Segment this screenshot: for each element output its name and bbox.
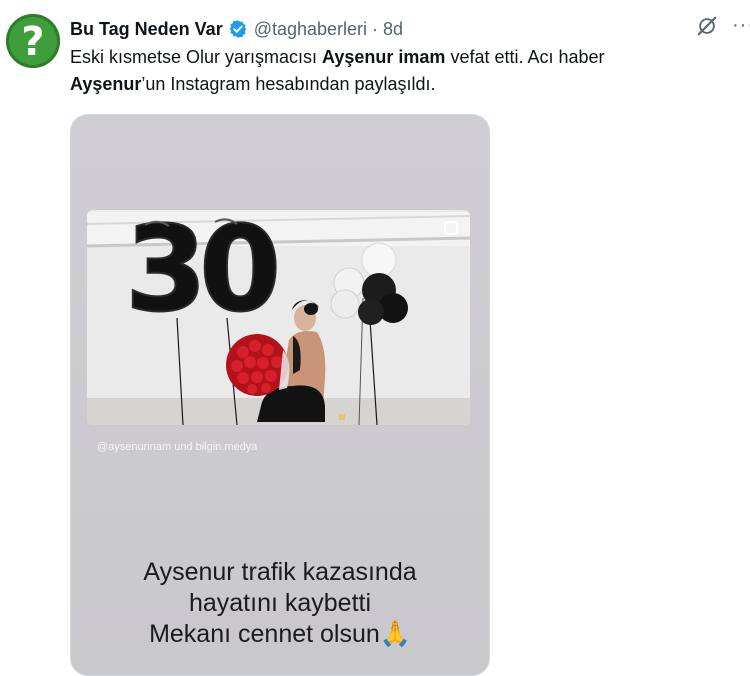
tweet-actions-top: ··· bbox=[696, 14, 750, 37]
tweet-text: Eski kısmetse Olur yarışmacısı Ayşenur i… bbox=[70, 44, 710, 98]
avatar[interactable]: ? bbox=[6, 14, 60, 68]
tweet-age[interactable]: 8d bbox=[383, 19, 403, 40]
verified-badge-icon bbox=[228, 19, 248, 39]
separator-dot: · bbox=[372, 18, 379, 39]
caption-line: hayatını kaybetti bbox=[188, 589, 372, 617]
tweet-text-part: Eski kısmetse Olur yarışmacısı bbox=[70, 47, 323, 67]
tweet-text-part: ’un Instagram hesabından paylaşıldı. bbox=[141, 74, 436, 94]
tweet-header: Bu Tag Neden Var @taghaberleri · 8d bbox=[70, 17, 690, 41]
tweet-text-bold: Ayşenur imam bbox=[322, 47, 446, 67]
story-photo: 30 bbox=[87, 210, 470, 425]
question-mark-icon: ? bbox=[21, 19, 45, 65]
media-card[interactable]: 30 @aysenurinam und bilgin.medya Aysenur… bbox=[70, 114, 490, 676]
caption-line: Mekanı cennet olsun🙏 bbox=[149, 620, 411, 648]
more-options-icon[interactable]: ··· bbox=[732, 14, 750, 37]
balloon-digits: 30 bbox=[125, 210, 276, 338]
grok-icon[interactable] bbox=[696, 15, 718, 37]
tweet-text-part: vefat etti. Acı haber bbox=[445, 47, 605, 67]
story-tag-line: @aysenurinam und bilgin.medya bbox=[97, 441, 258, 453]
tweet-text-bold: Ayşenur bbox=[70, 74, 142, 94]
author-name[interactable]: Bu Tag Neden Var bbox=[70, 19, 223, 40]
story-caption: Aysenur trafik kazasında hayatını kaybet… bbox=[71, 557, 489, 650]
author-handle[interactable]: @taghaberleri bbox=[254, 19, 367, 40]
caption-line: Aysenur trafik kazasında bbox=[143, 558, 417, 586]
